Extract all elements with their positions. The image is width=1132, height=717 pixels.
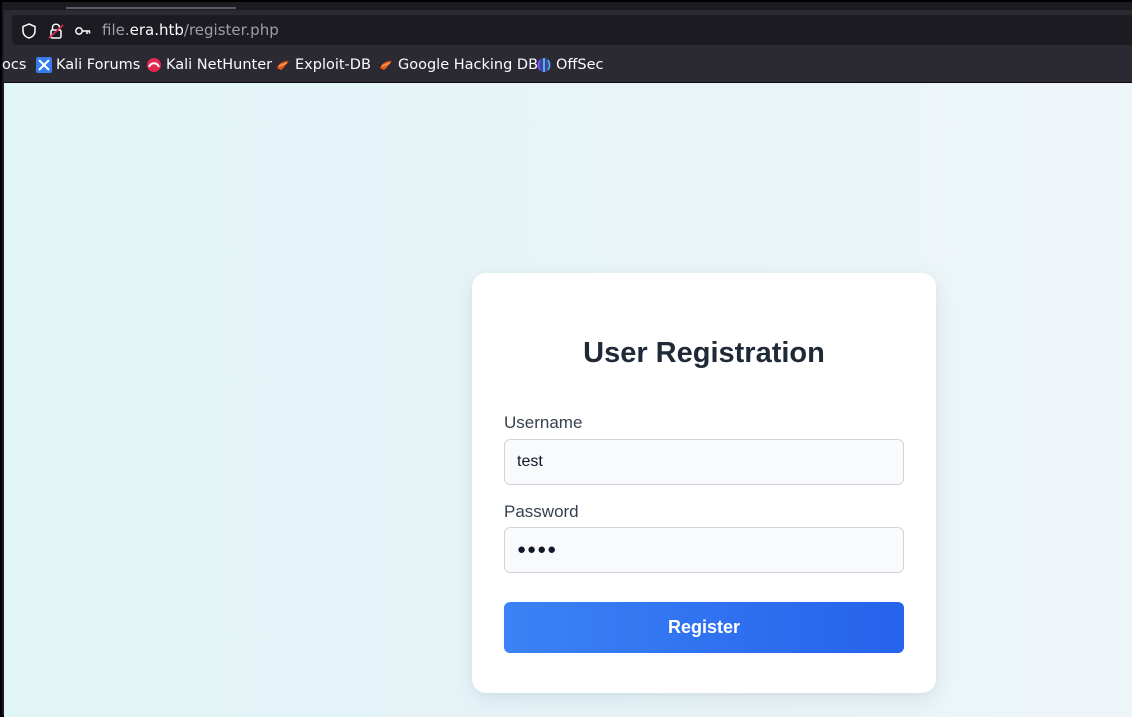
kali-nethunter-icon bbox=[147, 58, 161, 72]
url-path: /register.php bbox=[183, 21, 279, 39]
bookmark-label: Google Hacking DB bbox=[398, 57, 539, 73]
bookmark-label: Exploit-DB bbox=[295, 57, 371, 73]
bookmarks-toolbar: ocs Kali Forums Kali NetHunter Exploit-D… bbox=[2, 48, 1132, 83]
exploit-db-icon bbox=[277, 61, 289, 70]
bookmark-label: Kali Forums bbox=[56, 57, 141, 73]
bookmark-label: ocs bbox=[2, 57, 27, 73]
key-icon[interactable] bbox=[74, 22, 92, 40]
navigation-toolbar: file.era.htb/register.php bbox=[4, 10, 1132, 48]
password-masked-value: ●●●● bbox=[517, 541, 558, 558]
password-label: Password bbox=[504, 502, 579, 521]
registration-card: User Registration Username Password ●●●●… bbox=[472, 273, 936, 693]
active-tab-indicator bbox=[66, 7, 236, 9]
address-bar[interactable]: file.era.htb/register.php bbox=[12, 15, 1132, 45]
bookmark-label: Kali NetHunter bbox=[166, 57, 273, 73]
register-button[interactable]: Register bbox=[504, 602, 904, 653]
page-viewport: User Registration Username Password ●●●●… bbox=[4, 83, 1132, 717]
url-text[interactable]: file.era.htb/register.php bbox=[102, 21, 279, 39]
bookmark-label: OffSec bbox=[556, 57, 604, 73]
browser-window: file.era.htb/register.php ocs Kali Forum… bbox=[0, 0, 1132, 717]
page-title: User Registration bbox=[583, 337, 825, 369]
url-prefix: file. bbox=[102, 21, 130, 39]
username-input[interactable] bbox=[504, 439, 904, 485]
insecure-lock-icon[interactable] bbox=[47, 22, 65, 40]
offsec-icon bbox=[537, 58, 551, 72]
password-input[interactable]: ●●●● bbox=[504, 527, 904, 573]
tab-strip bbox=[2, 2, 1132, 10]
kali-forums-icon bbox=[36, 57, 52, 73]
url-host: era.htb bbox=[129, 21, 184, 39]
exploit-db-icon bbox=[380, 61, 392, 70]
username-label: Username bbox=[504, 413, 583, 432]
tracking-protection-shield-icon[interactable] bbox=[20, 22, 38, 40]
